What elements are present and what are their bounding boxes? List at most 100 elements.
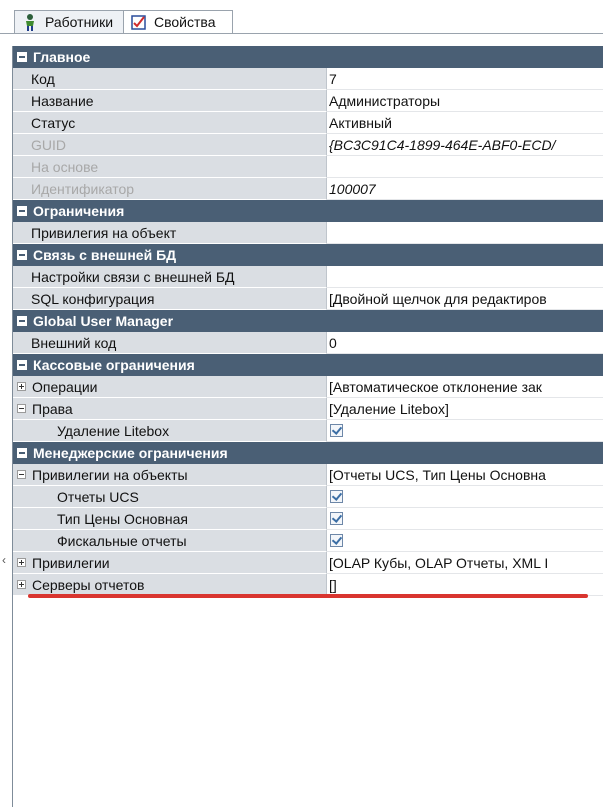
category-title: Связь с внешней БД [33, 247, 177, 263]
property-value[interactable] [327, 486, 603, 508]
property-row[interactable]: Фискальные отчеты [13, 530, 603, 552]
property-row[interactable]: Отчеты UCS [13, 486, 603, 508]
property-value[interactable] [327, 156, 603, 178]
property-name: Удаление Litebox [13, 420, 327, 442]
property-value[interactable]: 100007 [327, 178, 603, 200]
category-header[interactable]: Ограничения [13, 200, 603, 222]
property-name-label: Удаление Litebox [57, 422, 170, 439]
properties-icon [130, 13, 148, 31]
property-value[interactable]: [Двойной щелчок для редактиров [327, 288, 603, 310]
property-row[interactable]: Статус Активный [13, 112, 603, 134]
property-name: SQL конфигурация [13, 288, 327, 310]
property-row[interactable]: Привилегии [OLAP Кубы, OLAP Отчеты, XML I [13, 552, 603, 574]
collapse-icon[interactable] [17, 360, 27, 370]
collapse-icon[interactable] [17, 52, 27, 62]
property-row[interactable]: Код 7 [13, 68, 603, 90]
collapse-icon[interactable] [17, 470, 26, 479]
property-row[interactable]: Удаление Litebox [13, 420, 603, 442]
property-name-label: Привилегии [32, 554, 110, 571]
property-name-label: Операции [32, 378, 98, 395]
property-row[interactable]: Привилегия на объект [13, 222, 603, 244]
property-row[interactable]: Серверы отчетов [] [13, 574, 603, 596]
property-name-label: На основе [31, 158, 99, 175]
property-value[interactable]: Администраторы [327, 90, 603, 112]
property-value[interactable] [327, 266, 603, 288]
property-row[interactable]: GUID {BC3C91C4-1899-464E-ABF0-ECD/ [13, 134, 603, 156]
property-value-text: [] [329, 576, 337, 593]
property-value-text: [Удаление Litebox] [329, 400, 449, 417]
property-name: Идентификатор [13, 178, 327, 200]
property-name: Настройки связи с внешней БД [13, 266, 327, 288]
property-value-text: 7 [329, 70, 337, 87]
property-value[interactable]: [OLAP Кубы, OLAP Отчеты, XML I [327, 552, 603, 574]
property-value-text: Администраторы [329, 92, 441, 109]
property-name-label: Настройки связи с внешней БД [31, 268, 235, 285]
property-value-text: [OLAP Кубы, OLAP Отчеты, XML I [329, 554, 549, 571]
property-value[interactable]: {BC3C91C4-1899-464E-ABF0-ECD/ [327, 134, 603, 156]
category-header[interactable]: Кассовые ограничения [13, 354, 603, 376]
property-name-label: Код [31, 70, 55, 87]
property-row[interactable]: Тип Цены Основная [13, 508, 603, 530]
property-name: Статус [13, 112, 327, 134]
property-value[interactable]: [] [327, 574, 603, 596]
person-icon [21, 13, 39, 31]
category-title: Ограничения [33, 203, 125, 219]
property-row[interactable]: Название Администраторы [13, 90, 603, 112]
checkbox[interactable] [330, 424, 343, 437]
property-value[interactable] [327, 420, 603, 442]
property-value-text: {BC3C91C4-1899-464E-ABF0-ECD/ [329, 136, 556, 153]
checkbox[interactable] [330, 490, 343, 503]
property-value[interactable] [327, 530, 603, 552]
tab-properties[interactable]: Свойства [123, 10, 233, 34]
property-name: Серверы отчетов [13, 574, 327, 596]
property-value[interactable]: 7 [327, 68, 603, 90]
property-row[interactable]: Настройки связи с внешней БД [13, 266, 603, 288]
collapse-icon[interactable] [17, 316, 27, 326]
expand-icon[interactable] [17, 580, 26, 589]
property-name: GUID [13, 134, 327, 156]
property-value[interactable]: [Автоматическое отклонение зак [327, 376, 603, 398]
property-value[interactable]: 0 [327, 332, 603, 354]
category-header[interactable]: Менеджерские ограничения [13, 442, 603, 464]
property-row[interactable]: SQL конфигурация [Двойной щелчок для реда… [13, 288, 603, 310]
property-row[interactable]: Привилегии на объекты [Отчеты UCS, Тип Це… [13, 464, 603, 486]
property-value-text: [Отчеты UCS, Тип Цены Основна [329, 466, 546, 483]
tab-strip: Работники Свойства [0, 0, 603, 34]
property-value[interactable] [327, 222, 603, 244]
property-value[interactable]: [Отчеты UCS, Тип Цены Основна [327, 464, 603, 486]
property-row[interactable]: Права [Удаление Litebox] [13, 398, 603, 420]
property-row[interactable]: Идентификатор 100007 [13, 178, 603, 200]
property-name: Код [13, 68, 327, 90]
property-value[interactable]: Активный [327, 112, 603, 134]
property-value-text: Активный [329, 114, 392, 131]
property-value[interactable]: [Удаление Litebox] [327, 398, 603, 420]
collapse-icon[interactable] [17, 448, 27, 458]
property-row[interactable]: На основе [13, 156, 603, 178]
property-name: Привилегии [13, 552, 327, 574]
checkbox[interactable] [330, 534, 343, 547]
highlight-underline [28, 594, 588, 598]
checkbox[interactable] [330, 512, 343, 525]
property-name: На основе [13, 156, 327, 178]
collapse-icon[interactable] [17, 250, 27, 260]
property-row[interactable]: Внешний код 0 [13, 332, 603, 354]
category-header[interactable]: Global User Manager [13, 310, 603, 332]
property-name: Тип Цены Основная [13, 508, 327, 530]
category-header[interactable]: Связь с внешней БД [13, 244, 603, 266]
category-header[interactable]: Главное [13, 46, 603, 68]
property-name-label: GUID [31, 136, 66, 153]
property-value-text: 100007 [329, 180, 376, 197]
edge-marker-icon: ‹ [2, 553, 6, 567]
property-row[interactable]: Операции [Автоматическое отклонение зак [13, 376, 603, 398]
expand-icon[interactable] [17, 558, 26, 567]
tab-employees[interactable]: Работники [14, 10, 124, 34]
category-title: Главное [33, 49, 91, 65]
property-value[interactable] [327, 508, 603, 530]
property-value-text: 0 [329, 334, 337, 351]
property-value-text: [Двойной щелчок для редактиров [329, 290, 547, 307]
expand-icon[interactable] [17, 382, 26, 391]
collapse-icon[interactable] [17, 404, 26, 413]
property-name: Операции [13, 376, 327, 398]
tab-employees-label: Работники [45, 14, 114, 30]
collapse-icon[interactable] [17, 206, 27, 216]
